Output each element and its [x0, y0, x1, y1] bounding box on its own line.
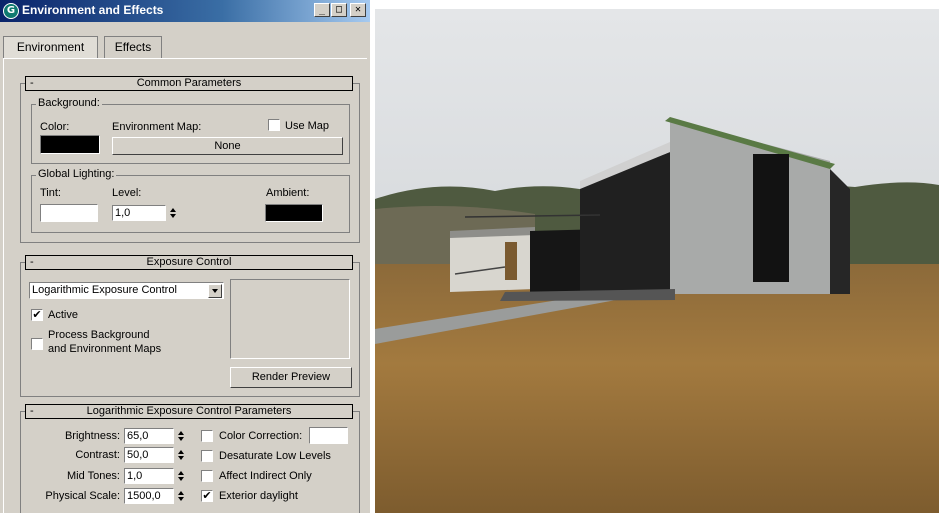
window-title: Environment and Effects — [22, 3, 164, 17]
render-preview-button[interactable]: Render Preview — [230, 367, 352, 388]
side-wall — [830, 169, 850, 294]
title-bar[interactable]: G Environment and Effects _ □ ✕ — [0, 0, 370, 22]
contrast-input[interactable]: 50,0 — [124, 447, 174, 463]
level-label: Level: — [112, 187, 142, 199]
chevron-down-icon — [208, 284, 222, 298]
use-map-label: Use Map — [285, 120, 330, 132]
rendered-building-scene — [375, 9, 939, 513]
active-checkbox[interactable]: ✔ — [31, 309, 43, 321]
exposure-control-header[interactable]: - Exposure Control — [25, 255, 353, 270]
background-group-label: Background: — [36, 97, 102, 109]
environment-map-button[interactable]: None — [112, 137, 343, 155]
brightness-input[interactable]: 65,0 — [124, 428, 174, 444]
affect-indirect-only-checkbox[interactable] — [201, 470, 213, 482]
active-label: Active — [48, 309, 78, 321]
check-mark-icon: ✔ — [202, 489, 212, 502]
level-input[interactable]: 1,0 — [112, 205, 166, 221]
ambient-color-swatch[interactable] — [265, 204, 323, 222]
exposure-preview-area — [230, 279, 350, 359]
affect-indirect-only-label: Affect Indirect Only — [219, 470, 312, 482]
environment-map-label: Environment Map: — [112, 121, 202, 133]
desaturate-low-levels-checkbox[interactable] — [201, 450, 213, 462]
exterior-daylight-label: Exterior daylight — [219, 490, 298, 502]
mid-tones-spinner[interactable] — [176, 468, 186, 484]
environment-effects-window: G Environment and Effects _ □ ✕ Environm… — [0, 0, 370, 513]
level-spinner[interactable] — [168, 205, 178, 221]
mid-tones-input[interactable]: 1,0 — [124, 468, 174, 484]
exposure-type-dropdown[interactable]: Logarithmic Exposure Control — [29, 282, 224, 299]
background-color-swatch[interactable] — [40, 135, 100, 154]
tint-label: Tint: — [40, 187, 61, 199]
close-button[interactable]: ✕ — [350, 3, 366, 17]
rollout-title: Logarithmic Exposure Control Parameters — [86, 405, 292, 417]
brightness-label: Brightness: — [64, 430, 120, 442]
rollout-title: Common Parameters — [136, 77, 242, 89]
exterior-daylight-checkbox[interactable]: ✔ — [201, 490, 213, 502]
mid-tones-label: Mid Tones: — [67, 470, 120, 482]
common-parameters-header[interactable]: - Common Parameters — [25, 76, 353, 91]
color-correction-swatch[interactable] — [309, 427, 348, 444]
tint-color-swatch[interactable] — [40, 204, 98, 222]
color-correction-label: Color Correction: — [219, 430, 303, 442]
check-mark-icon: ✔ — [32, 308, 42, 321]
background-group — [31, 104, 350, 164]
rollout-title: Exposure Control — [146, 256, 232, 268]
process-background-label-line2: and Environment Maps — [48, 343, 162, 355]
exposure-type-value: Logarithmic Exposure Control — [32, 284, 177, 296]
color-label: Color: — [40, 121, 70, 133]
minimize-button[interactable]: _ — [314, 3, 330, 17]
tab-effects[interactable]: Effects — [104, 36, 162, 58]
physical-scale-spinner[interactable] — [176, 488, 186, 504]
logarithmic-parameters-header[interactable]: - Logarithmic Exposure Control Parameter… — [25, 404, 353, 419]
max-logo-icon[interactable]: G — [3, 3, 19, 19]
main-windows — [753, 154, 789, 282]
physical-scale-label: Physical Scale: — [45, 490, 120, 502]
process-background-checkbox[interactable] — [31, 338, 43, 350]
contrast-spinner[interactable] — [176, 447, 186, 463]
grass-field — [375, 264, 939, 513]
contrast-label: Contrast: — [75, 449, 120, 461]
maximize-button[interactable]: □ — [331, 3, 347, 17]
process-background-label-line1: Process Background — [48, 329, 150, 341]
color-correction-checkbox[interactable] — [201, 430, 213, 442]
render-viewport — [375, 9, 939, 513]
tab-environment[interactable]: Environment — [3, 36, 98, 58]
brightness-spinner[interactable] — [176, 428, 186, 444]
use-map-checkbox[interactable] — [268, 119, 280, 131]
annex-wall — [450, 234, 535, 292]
desaturate-low-levels-label: Desaturate Low Levels — [219, 450, 331, 462]
annex-door — [505, 242, 517, 280]
ambient-label: Ambient: — [266, 187, 310, 199]
global-lighting-group-label: Global Lighting: — [36, 168, 117, 180]
physical-scale-input[interactable]: 1500,0 — [124, 488, 174, 504]
